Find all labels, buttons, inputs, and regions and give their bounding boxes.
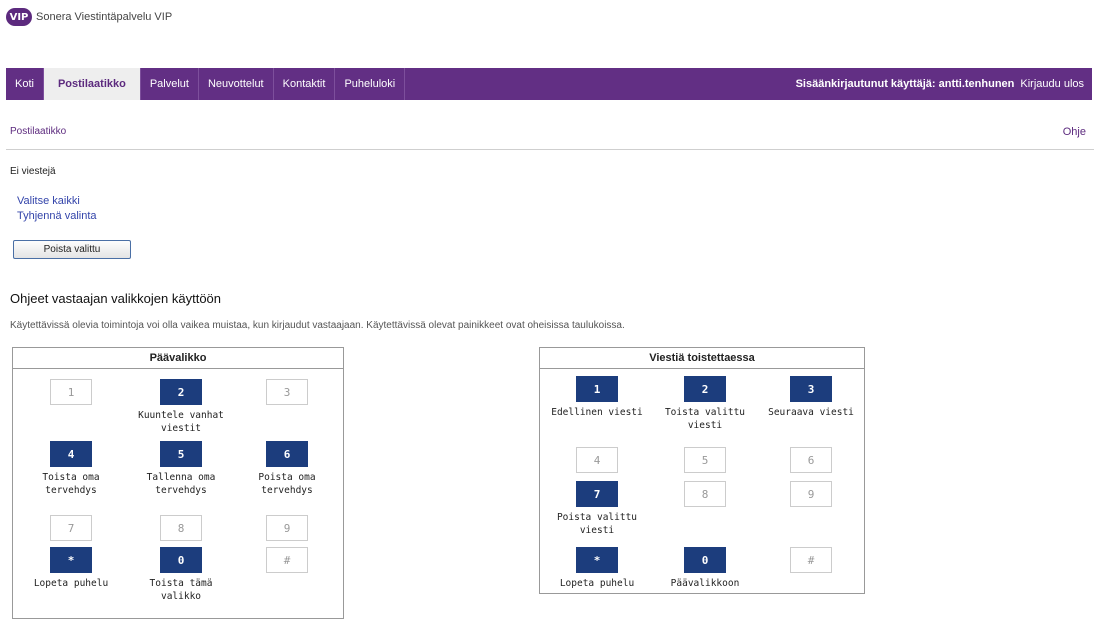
key-2-label: Kuuntele vanhat viestit (138, 410, 224, 434)
app-name: Sonera Viestintäpalvelu VIP (36, 11, 173, 23)
key-2-label: Toista valittu viesti (664, 407, 746, 431)
key-hash: # (790, 547, 832, 573)
key-4-label: Toista oma tervehdys (42, 472, 100, 496)
key-6: 6 (790, 447, 832, 473)
breadcrumb[interactable]: Postilaatikko (10, 126, 66, 137)
nav-item-kontaktit[interactable]: Kontaktit (274, 68, 336, 100)
key-6-label: Poista oma tervehdys (258, 472, 316, 496)
main-navigation: Koti Postilaatikko Palvelut Neuvottelut … (6, 68, 1092, 100)
key-5: 5 (684, 447, 726, 473)
playback-menu-table: Viestiä toistettaessa 1 Edellinen viesti 2… (539, 347, 865, 594)
key-9: 9 (266, 515, 308, 541)
key-8: 8 (684, 481, 726, 507)
nav-item-neuvottelut[interactable]: Neuvottelut (199, 68, 274, 100)
key-4: 4 (576, 447, 618, 473)
instructions-heading: Ohjeet vastaajan valikkojen käyttöön (10, 291, 222, 306)
app-logo[interactable]: VIP Sonera Viestintäpalvelu VIP (6, 8, 172, 26)
nav-item-koti[interactable]: Koti (6, 68, 44, 100)
key-0: 0 (684, 547, 726, 573)
key-0: 0 (160, 547, 202, 573)
clear-selection-link[interactable]: Tyhjennä valinta (17, 210, 97, 222)
key-7-label: Poista valittu viesti (556, 512, 638, 536)
key-7: 7 (50, 515, 92, 541)
key-3: 3 (790, 376, 832, 402)
key-1: 1 (576, 376, 618, 402)
key-9: 9 (790, 481, 832, 507)
key-0-label: Toista tämä valikko (149, 578, 213, 602)
key-star: * (576, 547, 618, 573)
key-2: 2 (160, 379, 202, 405)
logged-in-user: Sisäänkirjautunut käyttäjä: antti.tenhun… (795, 78, 1015, 90)
select-all-link[interactable]: Valitse kaikki (17, 195, 80, 207)
nav-item-puheluloki[interactable]: Puheluloki (335, 68, 406, 100)
delete-selected-button[interactable]: Poista valittu (13, 240, 131, 259)
key-1: 1 (50, 379, 92, 405)
help-link[interactable]: Ohje (1063, 126, 1086, 138)
playback-menu-title: Viestiä toistettaessa (540, 348, 864, 369)
vip-logo-badge: VIP (6, 8, 32, 26)
key-3-label: Seuraava viesti (768, 407, 854, 418)
key-star: * (50, 547, 92, 573)
key-2: 2 (684, 376, 726, 402)
key-hash: # (266, 547, 308, 573)
main-menu-title: Päävalikko (13, 348, 343, 369)
key-0-label: Päävalikkoon (670, 578, 740, 589)
logout-link[interactable]: Kirjaudu ulos (1020, 68, 1092, 100)
main-menu-table: Päävalikko 1 2 Kuuntele vanhat viestit 3 4 To… (12, 347, 344, 619)
key-6: 6 (266, 441, 308, 467)
key-5-label: Tallenna oma tervehdys (146, 472, 216, 496)
key-star-label: Lopeta puhelu (559, 578, 635, 589)
divider (6, 149, 1094, 150)
nav-item-postilaatikko[interactable]: Postilaatikko (43, 68, 141, 100)
key-1-label: Edellinen viesti (551, 407, 643, 418)
key-5: 5 (160, 441, 202, 467)
key-3: 3 (266, 379, 308, 405)
key-4: 4 (50, 441, 92, 467)
instructions-text: Käytettävissä olevia toimintoja voi olla… (10, 320, 625, 331)
key-7: 7 (576, 481, 618, 507)
breadcrumb-bar: Postilaatikko Ohje (6, 126, 1086, 146)
key-8: 8 (160, 515, 202, 541)
nav-item-palvelut[interactable]: Palvelut (141, 68, 199, 100)
key-star-label: Lopeta puhelu (33, 578, 109, 589)
empty-inbox-text: Ei viestejä (10, 166, 56, 177)
